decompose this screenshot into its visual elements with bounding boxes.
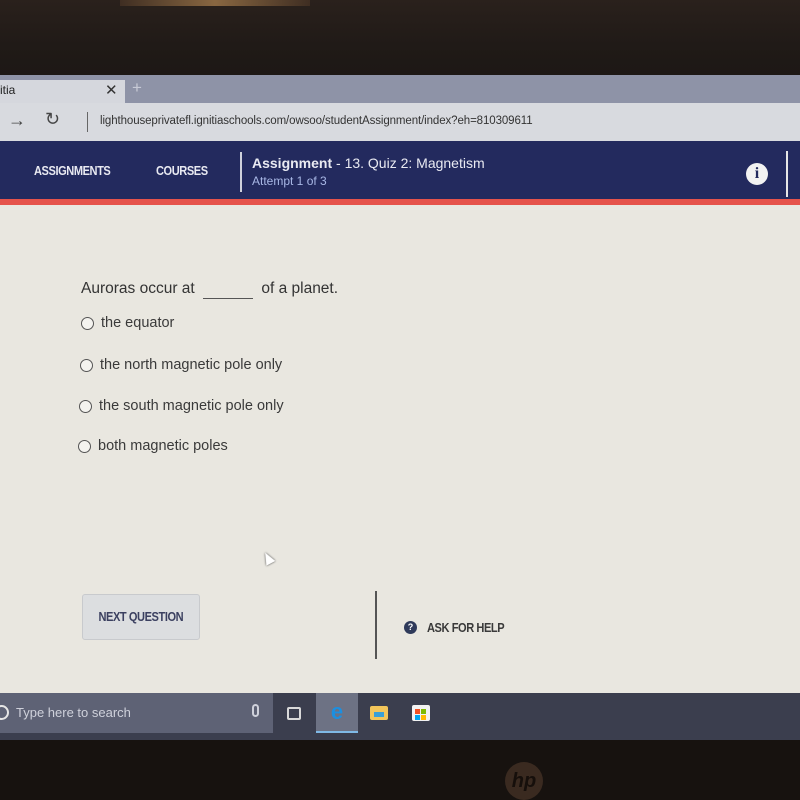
light-reflection xyxy=(120,0,310,6)
option-label: the north magnetic pole only xyxy=(100,357,283,373)
mouse-cursor-icon xyxy=(260,550,276,566)
store-logo-green xyxy=(421,709,426,714)
store-logo-red xyxy=(415,709,420,714)
answer-option[interactable]: the north magnetic pole only xyxy=(80,357,282,373)
assignment-title: Assignment - 13. Quiz 2: Magnetism xyxy=(252,155,485,171)
next-question-button[interactable]: NEXT QUESTION xyxy=(82,594,200,640)
store-button[interactable] xyxy=(400,693,442,733)
refresh-icon[interactable]: ↻ xyxy=(45,109,60,130)
help-icon: ? xyxy=(404,621,417,634)
address-bar: → ↻ lighthouseprivatefl.ignitiaschools.c… xyxy=(0,103,800,141)
question-text: Auroras occur at of a planet. xyxy=(81,280,338,299)
radio-button[interactable] xyxy=(79,399,92,413)
cortana-icon xyxy=(0,705,9,720)
store-logo-blue xyxy=(415,715,420,720)
ask-for-help-label: ASK FOR HELP xyxy=(427,620,505,635)
edge-taskbar-button[interactable]: e xyxy=(316,693,358,733)
ask-for-help-button[interactable]: ? ASK FOR HELP xyxy=(404,620,518,635)
app-header: ASSIGNMENTS COURSES Assignment - 13. Qui… xyxy=(0,141,800,199)
address-divider xyxy=(87,112,88,132)
task-view-icon xyxy=(287,706,301,720)
screen: itia ✕ + → ↻ lighthouseprivatefl.ignitia… xyxy=(0,75,800,740)
question-suffix: of a planet. xyxy=(261,280,339,297)
nav-assignments[interactable]: ASSIGNMENTS xyxy=(34,163,111,178)
option-label: the equator xyxy=(101,315,175,331)
answer-option[interactable]: the south magnetic pole only xyxy=(79,398,284,414)
monitor-bezel-bottom xyxy=(0,740,800,800)
hp-logo-icon: hp xyxy=(505,762,543,800)
answer-option[interactable]: both magnetic poles xyxy=(78,438,228,454)
header-right-divider xyxy=(786,151,788,197)
monitor-bezel-top xyxy=(0,0,800,75)
url-field[interactable]: lighthouseprivatefl.ignitiaschools.com/o… xyxy=(100,115,533,127)
browser-tab[interactable]: itia ✕ xyxy=(0,80,125,103)
edge-browser-icon: e xyxy=(330,699,344,724)
header-accent-bar xyxy=(0,199,800,205)
radio-button[interactable] xyxy=(78,439,91,453)
browser-tab-strip: itia ✕ + xyxy=(0,75,800,103)
next-question-label: NEXT QUESTION xyxy=(98,609,184,624)
assignment-label: Assignment xyxy=(252,155,333,171)
assignment-name: - 13. Quiz 2: Magnetism xyxy=(332,155,485,171)
taskbar-search-placeholder: Type here to search xyxy=(16,705,131,720)
option-label: both magnetic poles xyxy=(98,438,228,454)
info-icon[interactable]: i xyxy=(746,163,768,185)
file-explorer-icon xyxy=(370,706,388,720)
close-tab-icon[interactable]: ✕ xyxy=(105,81,118,99)
option-label: the south magnetic pole only xyxy=(99,398,284,414)
windows-taskbar: Type here to search e xyxy=(0,693,800,740)
file-explorer-button[interactable] xyxy=(358,693,400,733)
forward-arrow-icon[interactable]: → xyxy=(8,110,26,131)
attempt-counter: Attempt 1 of 3 xyxy=(252,174,327,188)
taskbar-search-box[interactable]: Type here to search xyxy=(0,693,273,733)
microphone-icon[interactable] xyxy=(252,704,259,717)
nav-divider xyxy=(240,152,242,192)
task-view-button[interactable] xyxy=(273,693,315,733)
nav-courses[interactable]: COURSES xyxy=(156,163,208,178)
store-logo-yellow xyxy=(421,715,426,720)
question-blank xyxy=(203,280,254,299)
new-tab-icon[interactable]: + xyxy=(132,78,142,98)
radio-button[interactable] xyxy=(81,316,94,330)
question-prefix: Auroras occur at xyxy=(81,280,195,297)
radio-button[interactable] xyxy=(80,358,93,372)
actions-divider xyxy=(375,591,377,659)
tab-title: itia xyxy=(0,83,16,97)
answer-option[interactable]: the equator xyxy=(81,315,174,331)
microsoft-store-icon xyxy=(412,705,430,721)
